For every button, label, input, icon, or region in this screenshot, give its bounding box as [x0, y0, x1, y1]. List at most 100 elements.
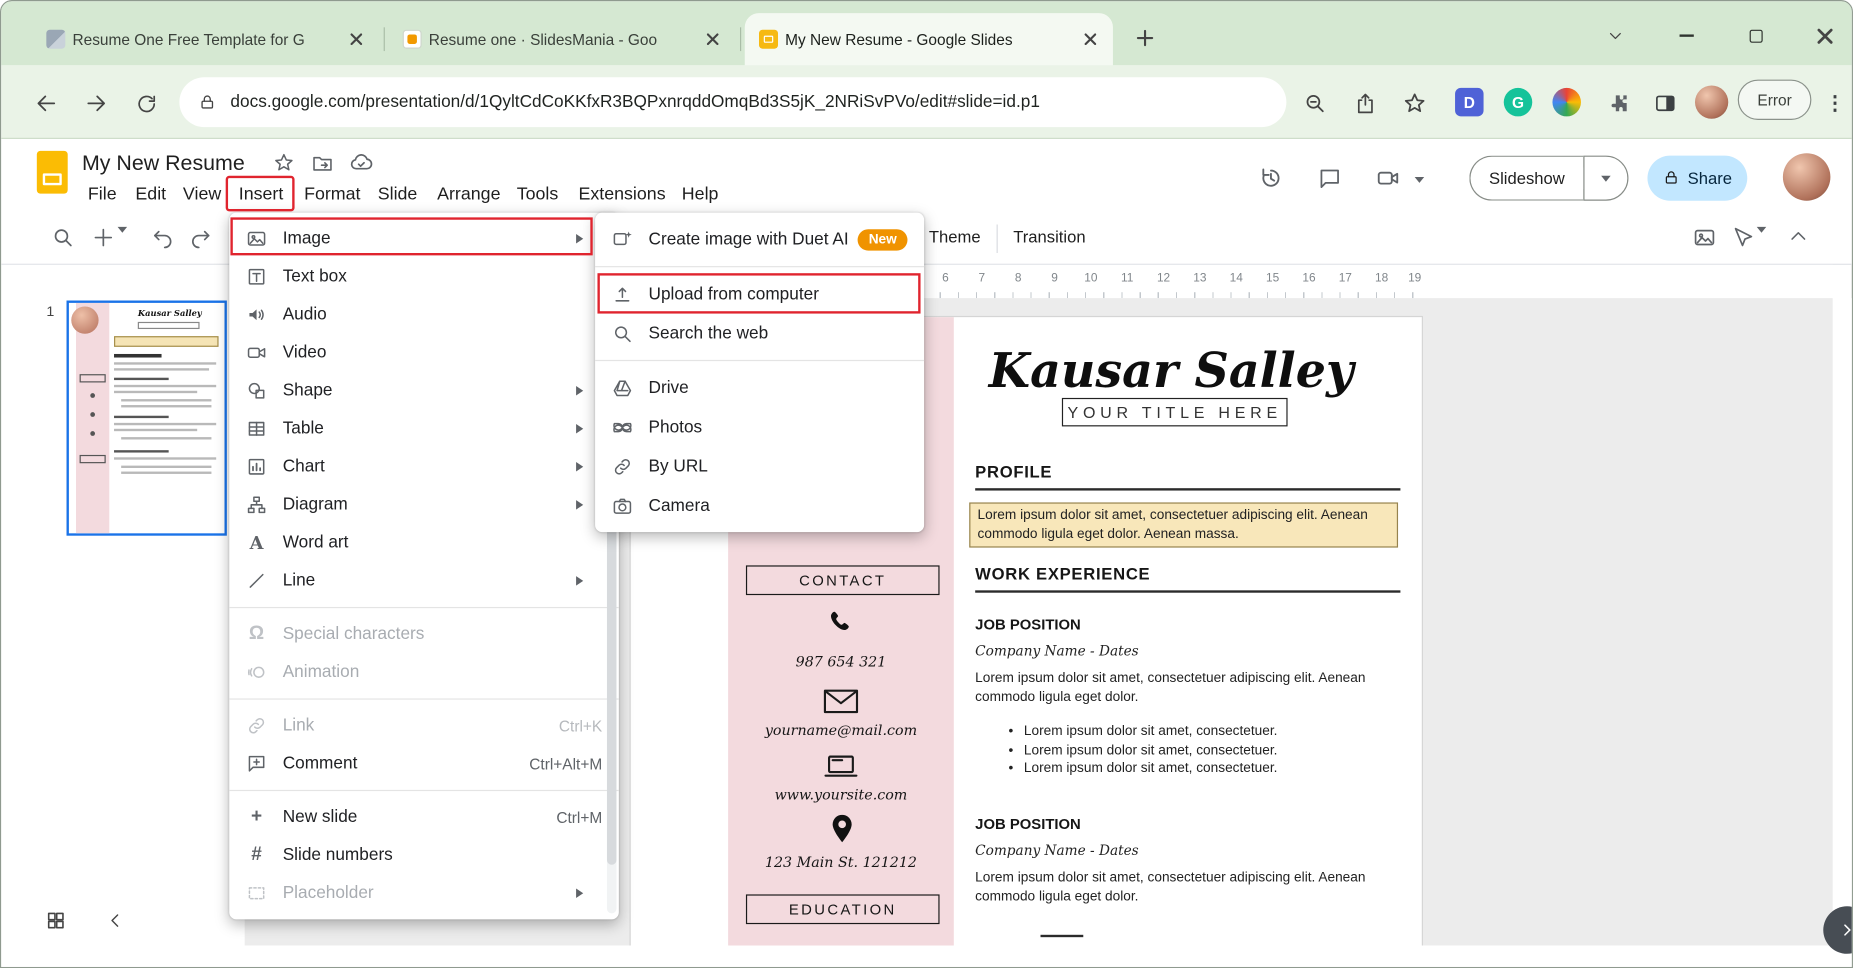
- submenu-item-create-image-duet-ai[interactable]: Create image with Duet AI New: [595, 220, 924, 259]
- menu-item-line[interactable]: Line: [229, 562, 619, 600]
- bookmark-star-icon[interactable]: [1398, 87, 1431, 120]
- pointer-tool-icon[interactable]: [1731, 226, 1755, 250]
- menu-item-diagram[interactable]: Diagram: [229, 486, 619, 524]
- browser-tab-2[interactable]: Resume one · SlidesMania - Goo: [388, 13, 735, 65]
- job-title[interactable]: JOB POSITION: [975, 616, 1081, 633]
- meet-dropdown-caret-icon[interactable]: [1415, 172, 1425, 187]
- job-title[interactable]: JOB POSITION: [975, 816, 1081, 833]
- browser-tab-active[interactable]: My New Resume - Google Slides: [745, 13, 1113, 65]
- education-heading[interactable]: EDUCATION: [746, 894, 940, 924]
- resume-title-placeholder[interactable]: YOUR TITLE HERE: [1062, 398, 1288, 427]
- extension-d-icon[interactable]: D: [1455, 88, 1484, 117]
- menu-item-table[interactable]: Table: [229, 410, 619, 448]
- extension-pinwheel-icon[interactable]: [1552, 88, 1581, 117]
- menu-edit[interactable]: Edit: [132, 179, 170, 210]
- extension-g-icon[interactable]: G: [1504, 88, 1533, 117]
- tab-close-icon[interactable]: [1080, 29, 1101, 50]
- submenu-item-upload-from-computer[interactable]: Upload from computer: [595, 274, 924, 313]
- profile-text-selected[interactable]: Lorem ipsum dolor sit amet, consectetuer…: [969, 502, 1398, 547]
- tab-search-icon[interactable]: [1588, 18, 1643, 54]
- menu-item-image[interactable]: Image: [229, 220, 619, 258]
- job-body[interactable]: Lorem ipsum dolor sit amet, consectetuer…: [975, 868, 1393, 906]
- browser-profile-avatar[interactable]: [1695, 86, 1728, 119]
- comment-history-icon[interactable]: [1314, 163, 1345, 194]
- move-folder-icon[interactable]: [308, 148, 337, 177]
- menu-item-comment[interactable]: Comment Ctrl+Alt+M: [229, 745, 619, 783]
- submenu-item-drive[interactable]: Drive: [595, 368, 924, 407]
- reload-icon[interactable]: [127, 84, 165, 122]
- menu-item-chart[interactable]: Chart: [229, 448, 619, 486]
- tab-close-icon[interactable]: [346, 29, 367, 50]
- version-history-icon[interactable]: [1256, 163, 1287, 194]
- contact-website[interactable]: www.yoursite.com: [728, 786, 954, 803]
- undo-icon[interactable]: [151, 226, 175, 250]
- menu-arrange[interactable]: Arrange: [434, 179, 505, 210]
- menu-file[interactable]: File: [84, 179, 120, 210]
- menu-tools[interactable]: Tools: [513, 179, 562, 210]
- work-experience-heading[interactable]: WORK EXPERIENCE: [975, 564, 1150, 583]
- theme-button[interactable]: Theme: [929, 227, 981, 246]
- menu-item-link[interactable]: Link Ctrl+K: [229, 707, 619, 745]
- menu-view[interactable]: View: [179, 179, 224, 210]
- grid-view-icon[interactable]: [42, 906, 71, 935]
- job-bullet-list[interactable]: Lorem ipsum dolor sit amet, consectetuer…: [1008, 723, 1400, 778]
- document-title[interactable]: My New Resume: [82, 151, 245, 176]
- site-security-lock-icon[interactable]: [198, 93, 216, 111]
- menu-item-text-box[interactable]: Text box: [229, 258, 619, 296]
- resume-name[interactable]: Kausar Salley: [963, 343, 1379, 399]
- tab-close-icon[interactable]: [702, 29, 723, 50]
- job-meta[interactable]: Company Name - Dates: [975, 842, 1138, 859]
- menu-item-audio[interactable]: Audio: [229, 296, 619, 334]
- browser-tab-1[interactable]: Resume One Free Template for G: [32, 13, 379, 65]
- submenu-item-search-the-web[interactable]: Search the web: [595, 314, 924, 353]
- forward-icon[interactable]: [77, 84, 115, 122]
- menu-item-word-art[interactable]: A Word art: [229, 524, 619, 562]
- browser-menu-kebab-icon[interactable]: ⋮: [1821, 87, 1850, 120]
- share-page-icon[interactable]: [1348, 87, 1381, 120]
- menu-item-slide-numbers[interactable]: # Slide numbers: [229, 836, 619, 874]
- job-meta[interactable]: Company Name - Dates: [975, 643, 1138, 660]
- cloud-saved-icon[interactable]: [347, 148, 376, 177]
- transition-button[interactable]: Transition: [1013, 227, 1085, 246]
- menu-item-special-characters[interactable]: Ω Special characters: [229, 615, 619, 653]
- menu-item-new-slide[interactable]: + New slide Ctrl+M: [229, 798, 619, 836]
- pointer-caret-icon[interactable]: [1757, 233, 1767, 254]
- menu-extensions[interactable]: Extensions: [575, 179, 669, 210]
- extensions-puzzle-icon[interactable]: [1601, 87, 1634, 120]
- submenu-item-by-url[interactable]: By URL: [595, 447, 924, 486]
- zoom-icon[interactable]: [1298, 87, 1331, 120]
- menu-slide[interactable]: Slide: [374, 179, 421, 210]
- collapse-toolbar-icon[interactable]: [1788, 226, 1809, 247]
- side-panel-icon[interactable]: [1649, 87, 1682, 120]
- google-slides-logo[interactable]: [37, 151, 68, 194]
- submenu-item-camera[interactable]: Camera: [595, 486, 924, 525]
- submenu-item-photos[interactable]: Photos: [595, 407, 924, 446]
- vertical-scroll-gutter[interactable]: [1833, 298, 1853, 945]
- contact-heading[interactable]: CONTACT: [746, 565, 940, 595]
- profile-error-button[interactable]: Error: [1738, 80, 1812, 120]
- slide-thumbnail[interactable]: Kausar Salley: [67, 301, 227, 536]
- close-window-button[interactable]: [1797, 18, 1852, 54]
- zoom-tool-icon[interactable]: [51, 226, 75, 250]
- redo-icon[interactable]: [189, 226, 213, 250]
- collapse-filmstrip-icon[interactable]: [101, 906, 130, 935]
- profile-heading[interactable]: PROFILE: [975, 462, 1052, 481]
- url-bar[interactable]: docs.google.com/presentation/d/1QyltCdCo…: [179, 77, 1286, 127]
- new-slide-caret-icon[interactable]: [118, 233, 128, 254]
- back-icon[interactable]: [27, 84, 65, 122]
- slideshow-dropdown-caret-icon[interactable]: [1583, 156, 1628, 201]
- url-text[interactable]: docs.google.com/presentation/d/1QyltCdCo…: [230, 93, 1039, 112]
- share-button[interactable]: Share: [1647, 156, 1747, 201]
- menu-item-animation[interactable]: Animation: [229, 653, 619, 691]
- contact-address[interactable]: 123 Main St. 121212: [728, 854, 954, 871]
- menu-insert[interactable]: Insert: [235, 179, 287, 210]
- menu-format[interactable]: Format: [301, 179, 365, 210]
- contact-phone[interactable]: 987 654 321: [728, 653, 954, 670]
- menu-item-placeholder[interactable]: Placeholder: [229, 874, 619, 912]
- contact-email[interactable]: yourname@mail.com: [728, 722, 954, 739]
- minimize-button[interactable]: [1659, 18, 1714, 54]
- meet-videocam-icon[interactable]: [1373, 163, 1404, 194]
- menu-item-shape[interactable]: Shape: [229, 372, 619, 410]
- job-body[interactable]: Lorem ipsum dolor sit amet, consectetuer…: [975, 669, 1393, 707]
- new-slide-toolbar-icon[interactable]: [91, 226, 115, 250]
